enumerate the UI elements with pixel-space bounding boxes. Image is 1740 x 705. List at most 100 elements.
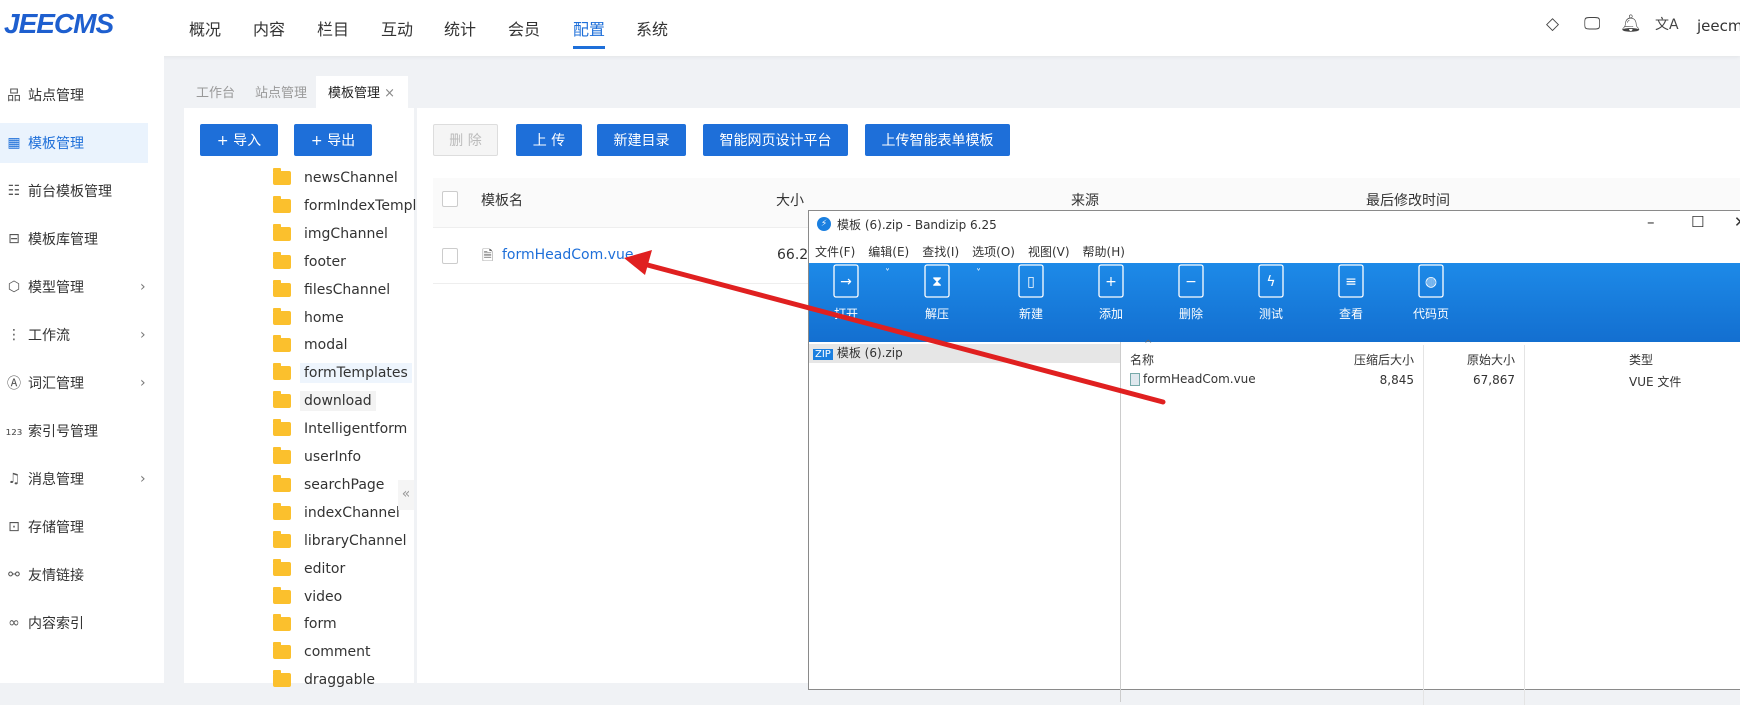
toolbar-extract[interactable]: ⧗ 解压: [902, 263, 972, 322]
svg-text:→: →: [840, 274, 852, 290]
nav-column[interactable]: 栏目: [317, 16, 349, 40]
folder-item[interactable]: comment: [273, 639, 375, 665]
nav-content[interactable]: 内容: [253, 16, 285, 40]
folder-item[interactable]: searchPage: [273, 472, 388, 498]
sidebar-item[interactable]: ⬡ 模型管理 ›: [0, 267, 164, 307]
row-checkbox[interactable]: [442, 248, 458, 264]
theme-icon[interactable]: ◇: [1546, 14, 1559, 34]
nav-overview[interactable]: 概况: [189, 16, 221, 40]
workflow-icon: ⋮: [7, 327, 21, 343]
file-name-link[interactable]: formHeadCom.vue: [502, 247, 633, 263]
sidebar-item[interactable]: ⊡ 存储管理: [0, 507, 164, 547]
sidebar-item[interactable]: ⚯ 友情链接: [0, 555, 164, 595]
menu-item[interactable]: 编辑(E): [868, 245, 909, 259]
toolbar-label: 查看: [1338, 307, 1363, 321]
file-icon: 🗎: [482, 248, 494, 264]
menu-item[interactable]: 视图(V): [1028, 245, 1070, 259]
folder-item[interactable]: modal: [273, 332, 352, 358]
toolbar-new-archive[interactable]: ▯ 新建: [996, 263, 1066, 322]
sidebar-item-label: 模型管理: [28, 280, 84, 296]
sidebar-item[interactable]: 品站点管理: [0, 75, 164, 115]
maximize-button[interactable]: ☐: [1691, 213, 1704, 231]
bell-icon[interactable]: 🔔︎: [1620, 14, 1642, 34]
svg-text:⧗: ⧗: [932, 274, 942, 290]
folder-item[interactable]: home: [273, 305, 348, 331]
sort-arrow-icon: ^: [1144, 339, 1153, 350]
collapse-button[interactable]: «: [398, 480, 414, 510]
col-name[interactable]: 名称: [1130, 351, 1154, 368]
nav-interact[interactable]: 互动: [381, 16, 413, 40]
folder-item[interactable]: form: [273, 611, 341, 637]
folder-item[interactable]: userInfo: [273, 444, 365, 470]
col-compressed[interactable]: 压缩后大小: [1354, 351, 1414, 368]
import-button[interactable]: + 导入: [200, 124, 278, 156]
sidebar-item-label: 内容索引: [28, 616, 84, 632]
toolbar-test[interactable]: ϟ 测试: [1236, 263, 1306, 322]
compressed-size: 8,845: [1379, 373, 1414, 387]
open-dropdown-icon[interactable]: ˅: [885, 268, 890, 279]
sidebar-item[interactable]: ₁₂₃ 索引号管理: [0, 411, 164, 451]
folder-item[interactable]: formTemplates: [273, 360, 412, 386]
folder-icon: [273, 530, 291, 548]
nav-system[interactable]: 系统: [636, 16, 668, 40]
menu-item[interactable]: 文件(F): [815, 245, 855, 259]
select-all-checkbox[interactable]: [442, 191, 458, 207]
folder-item[interactable]: Intelligentform: [273, 416, 411, 442]
sidebar-item[interactable]: ♫ 消息管理 ›: [0, 459, 164, 499]
export-button[interactable]: + 导出: [294, 124, 372, 156]
folder-item[interactable]: filesChannel: [273, 277, 394, 303]
folder-item[interactable]: video: [273, 584, 346, 610]
folder-item[interactable]: formIndexTempl: [273, 193, 420, 219]
folder-name: formIndexTempl: [304, 197, 417, 214]
monitor-icon[interactable]: 🖵: [1584, 14, 1600, 34]
upload-smart-form-button[interactable]: 上传智能表单模板: [865, 124, 1010, 156]
menu-item[interactable]: 查找(I): [922, 245, 959, 259]
sidebar-item[interactable]: ∞ 内容索引: [0, 603, 164, 643]
nav-config[interactable]: 配置: [573, 16, 606, 49]
tab-workbench[interactable]: 工作台: [196, 82, 235, 101]
folder-item[interactable]: imgChannel: [273, 221, 392, 247]
col-type[interactable]: 类型: [1629, 351, 1653, 368]
smart-platform-button[interactable]: 智能网页设计平台: [703, 124, 848, 156]
extract-dropdown-icon[interactable]: ˅: [976, 268, 981, 279]
folder-item[interactable]: download: [273, 388, 376, 414]
folder-item[interactable]: editor: [273, 556, 349, 582]
folder-name: modal: [304, 337, 348, 354]
toolbar-open[interactable]: → 打开: [811, 263, 881, 322]
tab-site[interactable]: 站点管理: [255, 82, 307, 101]
folder-item[interactable]: indexChannel: [273, 500, 404, 526]
folder-icon: [273, 447, 291, 464]
folder-item[interactable]: footer: [273, 249, 350, 275]
upload-button[interactable]: 上 传: [516, 124, 582, 156]
toolbar-delete[interactable]: − 删除: [1156, 263, 1226, 322]
translate-icon[interactable]: 文A: [1655, 14, 1679, 34]
sidebar-item[interactable]: ☷ 前台模板管理: [0, 171, 164, 211]
delete-button[interactable]: 删 除: [433, 124, 498, 156]
pane-splitter[interactable]: [1120, 342, 1121, 702]
close-icon[interactable]: ×: [384, 86, 395, 101]
menu-item[interactable]: 帮助(H): [1083, 245, 1125, 259]
nav-stats[interactable]: 统计: [444, 16, 476, 40]
close-button[interactable]: ✕: [1734, 213, 1740, 231]
folder-item[interactable]: libraryChannel: [273, 528, 411, 554]
folder-item[interactable]: newsChannel: [273, 165, 402, 191]
sidebar-item[interactable]: ⊟ 模板库管理: [0, 219, 164, 259]
nav-members[interactable]: 会员: [508, 16, 540, 40]
toolbar-add[interactable]: + 添加: [1076, 263, 1146, 322]
archive-file-row[interactable]: formHeadCom.vue 8,845 67,867 VUE 文件: [1130, 371, 1740, 391]
folder-icon: [273, 307, 291, 325]
minimize-button[interactable]: –: [1647, 213, 1655, 231]
user-name[interactable]: jeecms: [1697, 17, 1740, 35]
tree-item-selected[interactable]: ZIP 模板 (6).zip: [809, 344, 1120, 363]
folder-item[interactable]: draggable: [273, 667, 379, 693]
sidebar-item[interactable]: Ⓐ 词汇管理 ›: [0, 363, 164, 403]
sidebar-item[interactable]: ⋮ 工作流 ›: [0, 315, 164, 355]
tab-template[interactable]: 模板管理 ×: [316, 76, 408, 108]
sidebar-item[interactable]: ▦ 模板管理: [0, 123, 148, 163]
col-original[interactable]: 原始大小: [1467, 351, 1515, 368]
toolbar-view[interactable]: ≡ 查看: [1316, 263, 1386, 322]
sidebar-item-label: 站点管理: [28, 88, 84, 104]
toolbar-codepage[interactable]: ◍ 代码页: [1396, 263, 1466, 322]
new-directory-button[interactable]: 新建目录: [597, 124, 686, 156]
menu-item[interactable]: 选项(O): [972, 245, 1015, 259]
